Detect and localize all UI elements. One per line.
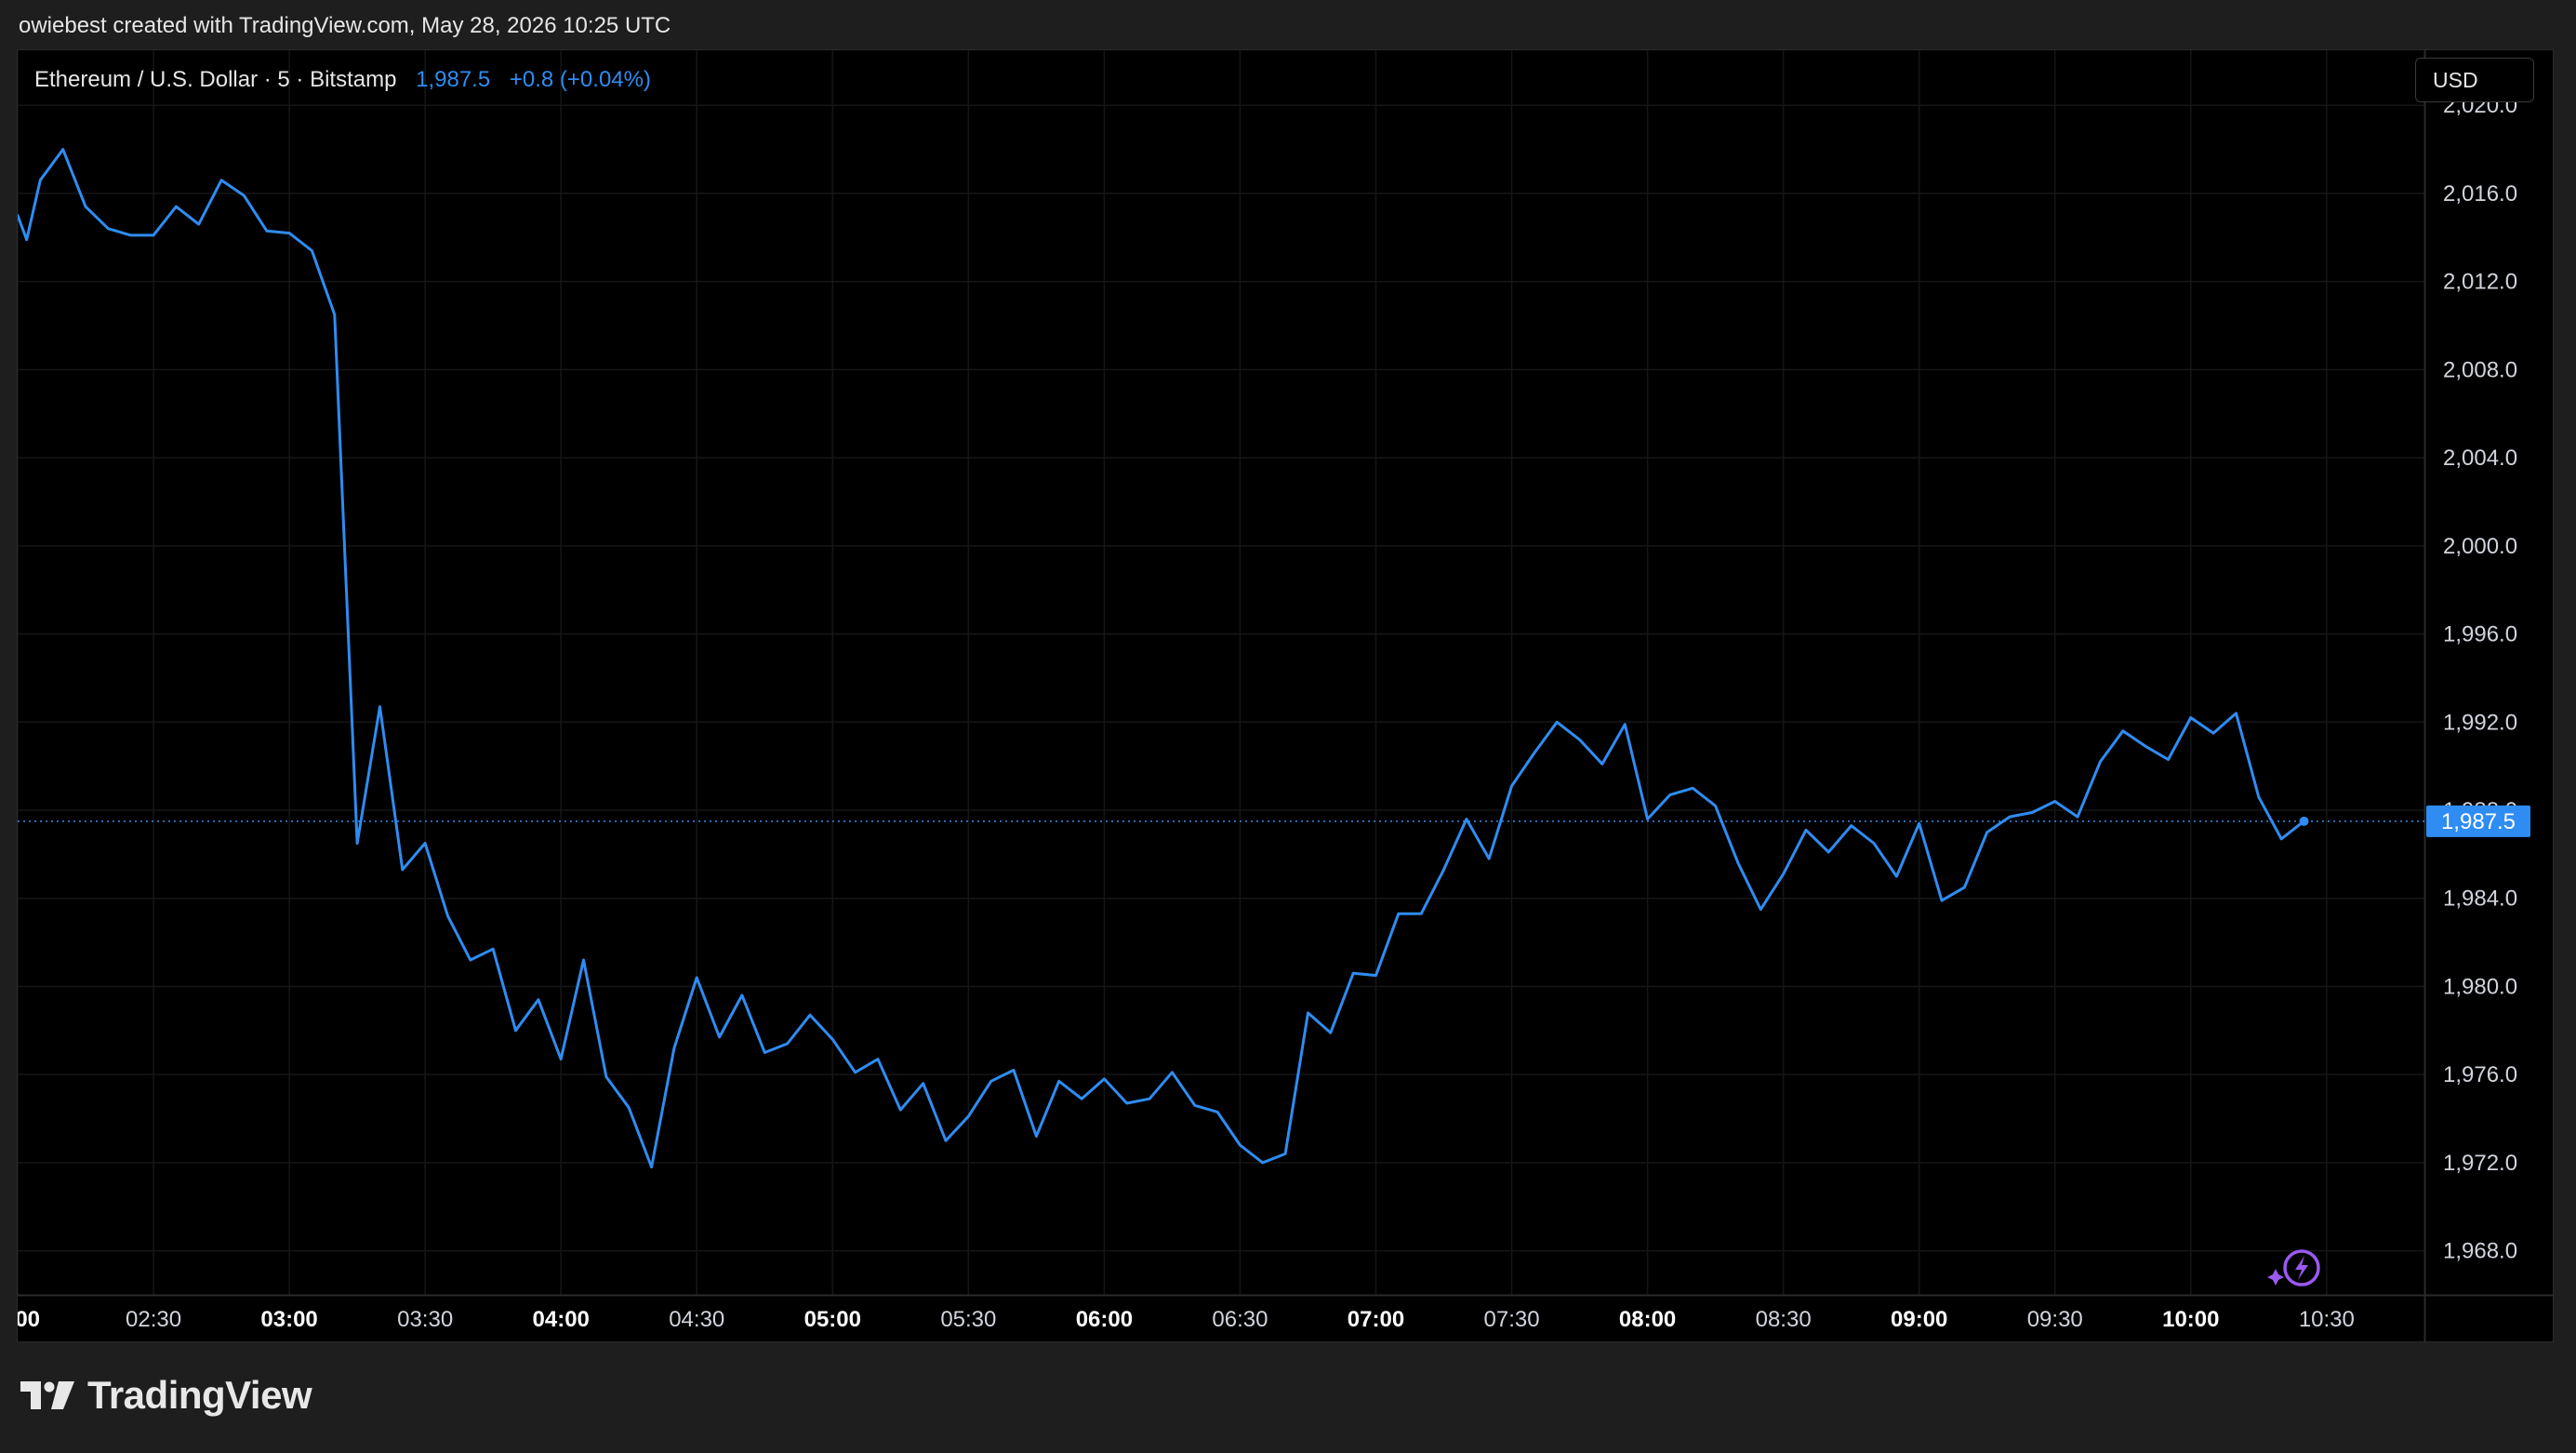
grid-layer <box>18 50 2424 1295</box>
x-tick-label: 08:30 <box>1756 1307 1812 1332</box>
y-tick-label: 1,972.0 <box>2443 1151 2517 1176</box>
y-tick-label: 1,996.0 <box>2443 622 2517 647</box>
y-tick-label: 2,008.0 <box>2443 357 2517 382</box>
x-tick-label: 10:00 <box>2162 1307 2219 1332</box>
x-tick-label: 04:30 <box>669 1307 724 1332</box>
x-tick-label: 09:30 <box>2027 1307 2083 1332</box>
x-tick-label: 06:00 <box>1076 1307 1133 1332</box>
currency-button[interactable]: USD <box>2415 58 2534 102</box>
x-tick-label: 2:00 <box>18 1307 40 1332</box>
price-line <box>18 148 2305 1169</box>
series-layer <box>18 148 2309 1169</box>
attribution-text: owiebest created with TradingView.com, M… <box>19 13 671 38</box>
x-tick-label: 09:00 <box>1891 1307 1947 1332</box>
x-tick-label: 02:30 <box>126 1307 181 1332</box>
currency-label: USD <box>2433 67 2478 92</box>
chart-panel[interactable]: 2,020.0 2,016.0 2,012.0 2,008.0 2,004.0 2,000… <box>17 49 2554 1342</box>
x-tick-label: 08:00 <box>1619 1307 1676 1332</box>
y-tick-label: 2,004.0 <box>2443 446 2517 471</box>
x-axis-labels: 2:00 02:30 03:00 03:30 04:00 04:30 05:00 05:30 0… <box>18 1307 2355 1332</box>
x-tick-label: 07:30 <box>1484 1307 1540 1332</box>
lightning-sparkle-icon[interactable] <box>2266 1246 2326 1293</box>
symbol-legend[interactable]: Ethereum / U.S. Dollar · 5 · Bitstamp 1,… <box>34 67 651 93</box>
symbol-title[interactable]: Ethereum / U.S. Dollar · 5 · Bitstamp <box>34 67 396 92</box>
y-tick-label: 1,984.0 <box>2443 886 2517 912</box>
x-tick-label: 03:30 <box>397 1307 453 1332</box>
y-tick-label: 2,012.0 <box>2443 270 2517 295</box>
y-tick-label: 1,992.0 <box>2443 710 2517 735</box>
tradingview-logo-icon <box>20 1381 74 1409</box>
x-tick-label: 03:00 <box>260 1307 317 1332</box>
last-price-label: 1,987.5 <box>2441 809 2516 834</box>
y-tick-label: 1,968.0 <box>2443 1239 2517 1264</box>
brand-name: TradingView <box>87 1373 312 1417</box>
x-tick-label: 04:00 <box>533 1307 590 1332</box>
x-tick-label: 05:30 <box>940 1307 996 1332</box>
x-tick-label: 06:30 <box>1212 1307 1268 1332</box>
x-tick-label: 05:00 <box>804 1307 861 1332</box>
y-tick-label: 2,016.0 <box>2443 181 2517 207</box>
y-tick-label: 2,000.0 <box>2443 534 2517 559</box>
y-axis-labels: 2,020.02,016.02,012.02,008.02,004.02,000… <box>2443 93 2517 1263</box>
x-tick-label: 07:00 <box>1348 1307 1404 1332</box>
legend-price: 1,987.5 <box>416 67 491 92</box>
price-chart[interactable]: 2,020.02,016.02,012.02,008.02,004.02,000… <box>18 50 2553 1341</box>
x-tick-label: 10:30 <box>2299 1307 2355 1332</box>
tradingview-logo[interactable]: TradingView <box>20 1373 312 1418</box>
legend-change: +0.8 (+0.04%) <box>509 67 651 92</box>
y-tick-label: 1,980.0 <box>2443 974 2517 999</box>
y-tick-label: 1,976.0 <box>2443 1062 2517 1087</box>
